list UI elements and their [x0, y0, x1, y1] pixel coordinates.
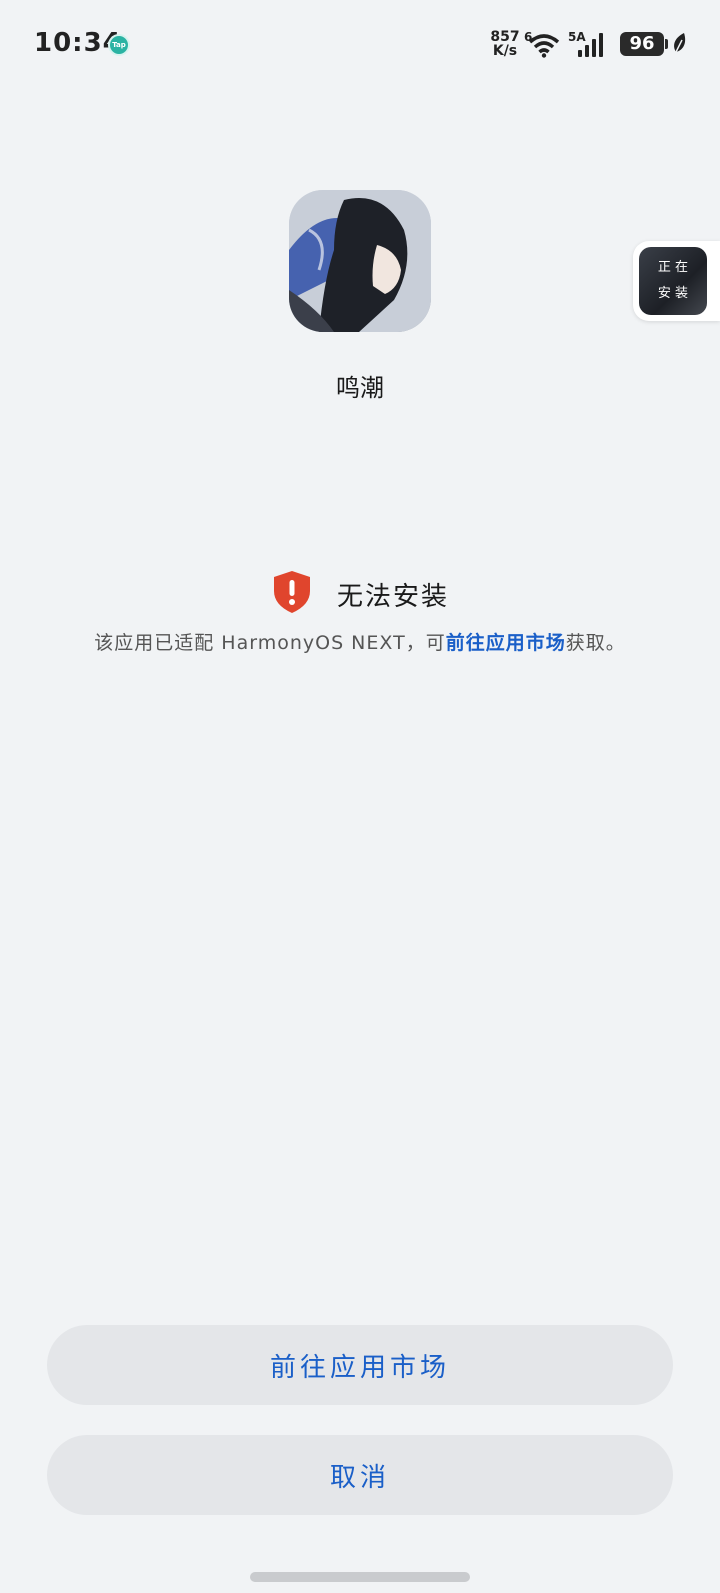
description-suffix: 获取。	[565, 632, 626, 654]
install-error-title: 无法安装	[336, 581, 449, 612]
battery-tip	[665, 39, 668, 49]
network-speed: 857 K/s	[488, 30, 522, 58]
installing-label-line1: 正 在	[657, 260, 689, 275]
cancel-button[interactable]: 取消	[47, 1435, 673, 1515]
shield-alert-icon	[271, 569, 313, 619]
app-name: 鸣潮	[336, 374, 384, 402]
home-indicator[interactable]	[250, 1572, 470, 1582]
network-speed-unit: K/s	[492, 43, 518, 59]
status-bar: 10:34 Tap 857 K/s 6 5A 96	[0, 0, 720, 90]
installing-label-line2: 安 装	[657, 286, 689, 301]
battery-level: 96	[620, 32, 664, 56]
app-icon	[289, 190, 431, 332]
power-saving-leaf-icon	[672, 32, 688, 58]
cellular-signal-icon: 5A	[568, 30, 612, 62]
install-error-description: 该应用已适配 HarmonyOS NEXT，可前往应用市场获取。	[0, 628, 720, 655]
install-error-header: 无法安装	[0, 569, 720, 619]
wifi-icon: 6	[524, 30, 560, 62]
signal-label: 5A	[568, 30, 586, 44]
go-to-app-market-button[interactable]: 前往应用市场	[47, 1325, 673, 1405]
network-speed-value: 857	[490, 29, 520, 45]
description-prefix: 该应用已适配 HarmonyOS NEXT，可	[94, 632, 446, 654]
installing-floating-chip[interactable]: 正 在 安 装	[633, 241, 720, 321]
installing-thumbnail: 正 在 安 装	[639, 247, 707, 315]
app-market-link[interactable]: 前往应用市场	[446, 632, 566, 654]
notification-app-icon: Tap	[108, 34, 130, 56]
